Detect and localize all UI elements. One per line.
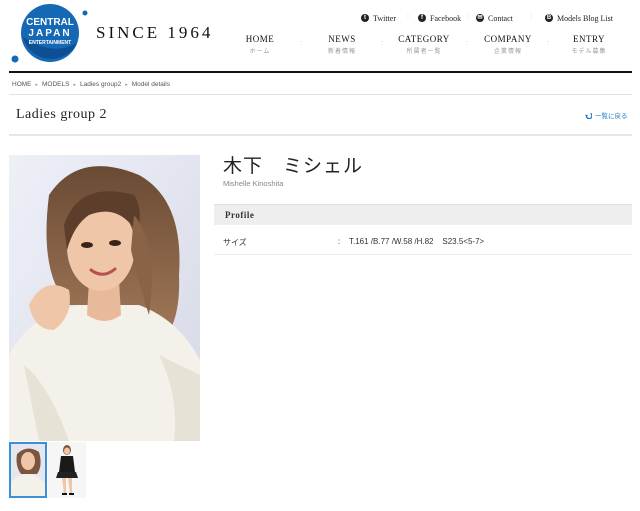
- nav-company-sub: 企業情報: [493, 49, 522, 55]
- blog-icon: B: [545, 14, 553, 22]
- logo-line2: JAPAN: [28, 28, 71, 39]
- breadcrumb-arrow-icon: ▸: [73, 81, 76, 88]
- mail-icon: ✉: [476, 14, 484, 22]
- facebook-label: Facebook: [430, 13, 462, 23]
- models-blog-label: Models Blog List: [557, 13, 614, 23]
- profile-row-divider: [214, 254, 632, 255]
- profile-size-colon: :: [338, 237, 341, 246]
- profile-size-value: T.161 /B.77 /W.58 /H.82 S23.5<5-7>: [349, 237, 485, 246]
- nav-divider: :: [381, 40, 383, 47]
- logo-line3: ENTERTAINMENT: [29, 40, 71, 46]
- nav-home-sub: ホーム: [249, 49, 271, 55]
- model-name-english: Mishelle Kinoshita: [223, 179, 284, 188]
- contact-label: Contact: [488, 13, 513, 23]
- nav-entry-sub: モデル募集: [571, 49, 607, 55]
- back-to-list-label: 一覧に戻る: [595, 113, 628, 120]
- nav-entry[interactable]: ENTRY モデル募集: [554, 34, 624, 55]
- profile-heading-bar: Profile: [214, 204, 632, 225]
- breadcrumb-home[interactable]: HOME: [12, 81, 32, 88]
- since-tagline: SINCE 1964: [96, 23, 214, 42]
- nav-category-sub: 所属者一覧: [406, 49, 442, 55]
- model-name-japanese: 木下 ミシェル: [223, 156, 364, 177]
- profile-size-label: サイズ: [223, 238, 247, 247]
- social-divider: :: [407, 13, 409, 20]
- contact-link[interactable]: ✉ Contact: [476, 12, 513, 24]
- twitter-link[interactable]: t Twitter: [361, 12, 396, 24]
- nav-entry-label: ENTRY: [572, 34, 605, 44]
- nav-home[interactable]: HOME ホーム: [225, 34, 295, 55]
- model-main-photo: [9, 155, 200, 441]
- profile-heading: Profile: [225, 210, 255, 220]
- facebook-link[interactable]: f Facebook: [418, 12, 461, 24]
- social-divider: :: [468, 13, 470, 20]
- back-arrow-icon: [585, 112, 592, 119]
- nav-home-label: HOME: [245, 34, 275, 44]
- page-title: Ladies group 2: [16, 107, 107, 122]
- breadcrumb-group[interactable]: Ladies group2: [80, 81, 121, 88]
- nav-divider: :: [466, 40, 468, 47]
- logo-line1: CENTRAL: [26, 17, 74, 28]
- nav-company-label: COMPANY: [484, 34, 532, 44]
- twitter-label: Twitter: [373, 13, 396, 23]
- nav-category[interactable]: CATEGORY 所属者一覧: [389, 34, 459, 55]
- nav-category-label: CATEGORY: [398, 34, 450, 44]
- breadcrumb-arrow-icon: ▸: [35, 81, 39, 88]
- twitter-icon: t: [361, 14, 369, 22]
- header-divider: [9, 71, 632, 73]
- nav-news[interactable]: NEWS 新着情報: [307, 34, 377, 55]
- photo-thumbnail-2[interactable]: [48, 442, 86, 498]
- facebook-icon: f: [418, 14, 426, 22]
- breadcrumb-arrow-icon: ▸: [125, 81, 128, 88]
- breadcrumb: HOME ▸ MODELS ▸ Ladies group2 ▸ Model de…: [12, 81, 170, 88]
- back-to-list-link[interactable]: 一覧に戻る: [585, 110, 628, 120]
- nav-company[interactable]: COMPANY 企業情報: [473, 34, 543, 55]
- title-divider: [9, 134, 632, 136]
- models-blog-link[interactable]: B Models Blog List: [545, 12, 613, 24]
- site-logo[interactable]: CENTRAL JAPAN ENTERTAINMENT: [9, 3, 91, 65]
- social-divider: :: [530, 13, 532, 20]
- nav-news-label: NEWS: [328, 34, 356, 44]
- breadcrumb-models[interactable]: MODELS: [42, 81, 69, 88]
- nav-divider: :: [547, 40, 549, 47]
- breadcrumb-current: Model details: [131, 81, 171, 88]
- breadcrumb-divider: [9, 94, 632, 95]
- photo-thumbnail-1[interactable]: [9, 442, 47, 498]
- logo-emblem: CENTRAL JAPAN ENTERTAINMENT: [11, 4, 88, 63]
- nav-news-sub: 新着情報: [327, 49, 356, 55]
- nav-divider: :: [300, 40, 302, 47]
